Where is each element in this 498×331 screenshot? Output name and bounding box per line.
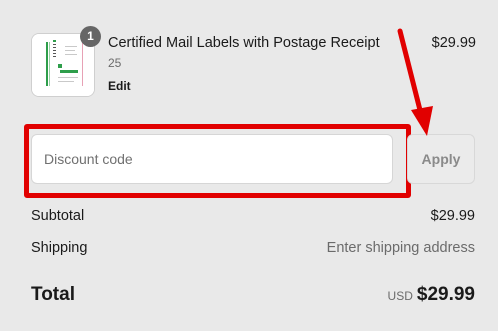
product-thumbnail-wrapper: 1 — [31, 26, 101, 97]
product-title: Certified Mail Labels with Postage Recei… — [108, 35, 380, 51]
subtotal-label: Subtotal — [31, 208, 85, 224]
discount-code-input[interactable] — [31, 134, 393, 184]
total-value: $29.99 — [416, 284, 475, 305]
apply-button[interactable]: Apply — [407, 134, 475, 184]
product-price: $29.99 — [431, 35, 476, 51]
shipping-value: Enter shipping address — [326, 240, 475, 256]
edit-link[interactable]: Edit — [108, 79, 131, 93]
subtotal-value: $29.99 — [430, 208, 475, 224]
total-amount: USD $29.99 — [388, 284, 475, 306]
total-row: Total USD $29.99 — [31, 284, 475, 308]
product-variant: 25 — [108, 56, 122, 70]
line-item: 1 Certified Mail Labels with Postage Rec… — [31, 26, 476, 97]
total-label: Total — [31, 284, 75, 305]
shipping-label: Shipping — [31, 240, 88, 256]
quantity-badge: 1 — [80, 26, 101, 47]
currency-code: USD — [387, 289, 413, 303]
